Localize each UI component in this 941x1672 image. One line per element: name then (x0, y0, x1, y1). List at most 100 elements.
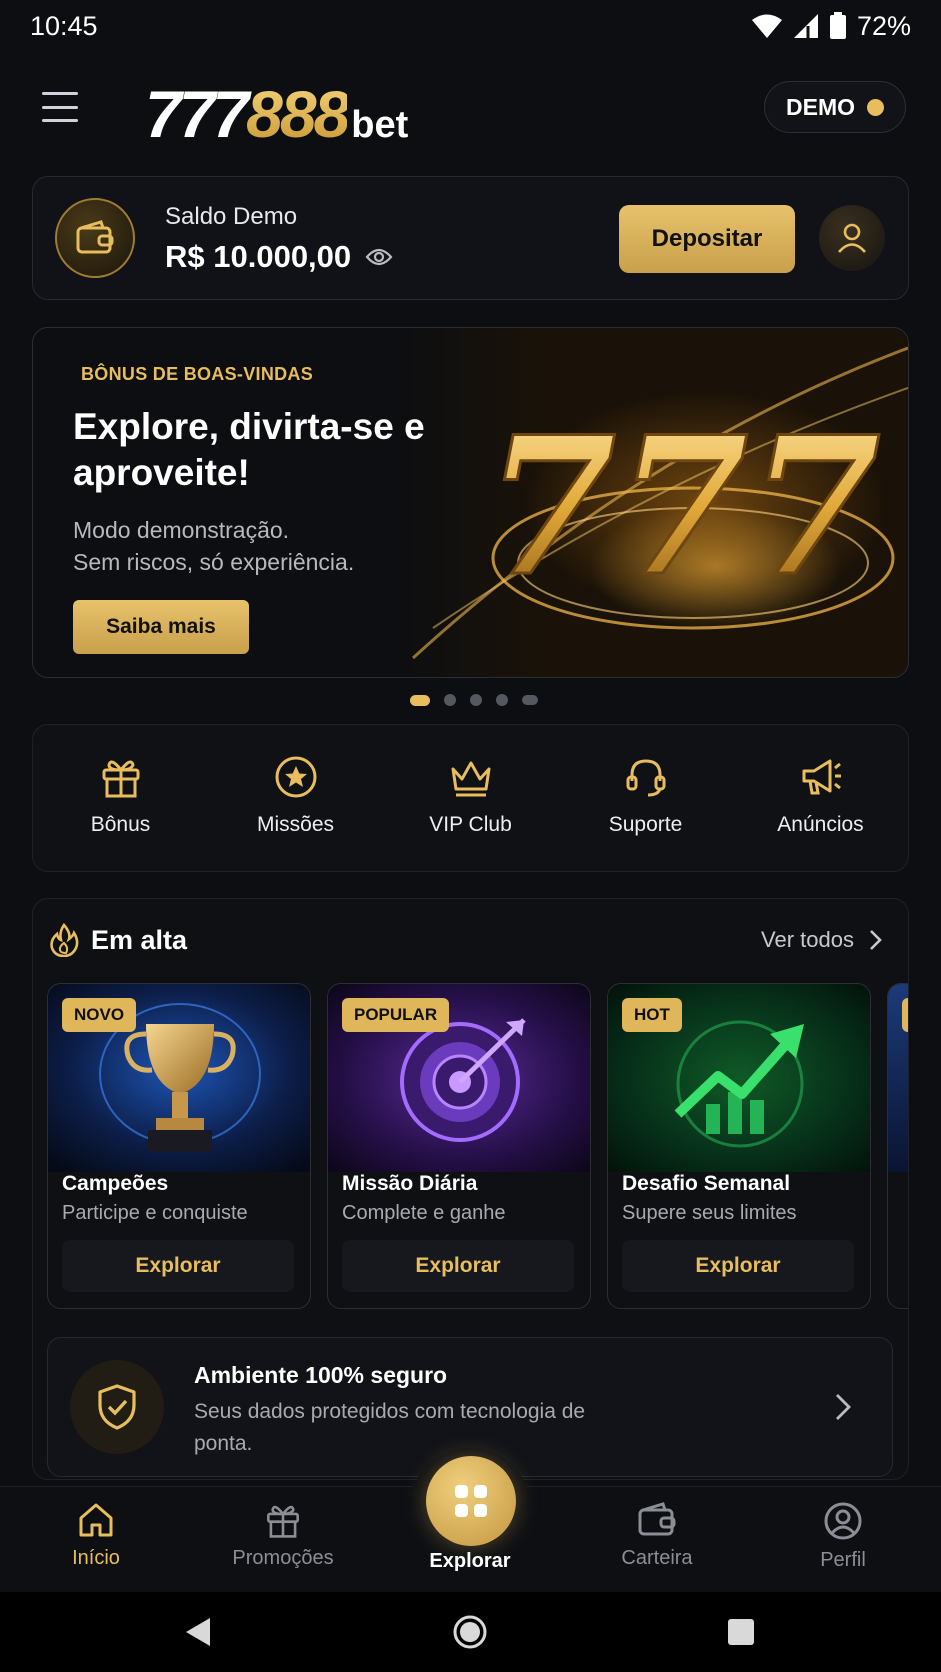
quick-action-label: Anúncios (777, 813, 864, 836)
explore-button[interactable]: Explorar (62, 1240, 294, 1292)
status-time: 10:45 (30, 10, 98, 41)
banner-title: Explore, divirta-se e aproveite! (73, 406, 425, 493)
brand-logo[interactable]: 777 888 bet (145, 76, 408, 152)
banner-777-art: 777 (393, 328, 908, 677)
home-icon (79, 1503, 113, 1537)
banner-kicker: BÔNUS DE BOAS-VINDAS (81, 364, 314, 384)
demo-mode-pill[interactable]: DEMO (764, 81, 906, 133)
battery-percent: 72% (856, 10, 911, 41)
quick-actions: Bônus Missões VIP Club Suporte Anúncios (32, 724, 909, 872)
quick-action-label: Missões (256, 813, 335, 836)
eye-icon[interactable] (365, 247, 393, 267)
security-subtitle: Seus dados protegidos com tecnologia de … (194, 1400, 586, 1455)
recents-icon[interactable] (727, 1618, 755, 1646)
quick-action-bonus[interactable]: Bônus (33, 725, 208, 871)
logo-part-2: 888 (246, 77, 350, 151)
balance-card: Saldo Demo R$ 10.000,00 Depositar (32, 176, 909, 300)
battery-icon (829, 12, 846, 39)
menu-icon[interactable] (42, 92, 78, 122)
carousel-dot-2[interactable] (443, 694, 456, 706)
banner-subtitle-line-1: Modo demonstração. (73, 517, 290, 543)
card-title: Missão Diária (342, 1172, 478, 1195)
card-subtitle: Supere seus limites (622, 1202, 797, 1224)
shield-check-icon (70, 1360, 164, 1454)
card-title: Desafio Semanal (622, 1172, 791, 1195)
carousel-dot-3[interactable] (469, 694, 482, 706)
status-icons: 72% (751, 11, 911, 42)
logo-part-3: bet (351, 104, 409, 146)
grid-icon (455, 1485, 487, 1517)
balance-label: Saldo Demo (165, 203, 298, 230)
trending-cards: NOVO Campeões Participe e conquiste Expl… (47, 983, 908, 1309)
quick-action-vip[interactable]: VIP Club (383, 725, 558, 871)
balance-amount-row: R$ 10.000,00 (165, 239, 393, 275)
quick-action-missions[interactable]: Missões (208, 725, 383, 871)
profile-icon (824, 1502, 862, 1540)
banner-777-text: 777 (485, 395, 882, 618)
trending-card-daily-mission[interactable]: POPULAR Missão Diária Complete e ganhe E… (327, 983, 591, 1309)
wifi-icon (751, 14, 782, 38)
logo-part-1: 777 (145, 77, 249, 151)
banner-subtitle-line-2: Sem riscos, só experiência. (73, 549, 355, 575)
quick-action-label: Suporte (608, 813, 683, 836)
nav-promotions-label: Promoções (232, 1547, 334, 1569)
status-bar: 10:45 72% (0, 0, 941, 52)
card-badge: POPULAR (342, 998, 450, 1032)
nav-home[interactable]: Início (16, 1501, 176, 1570)
wallet-icon (638, 1502, 676, 1536)
security-title: Ambiente 100% seguro (194, 1362, 448, 1388)
card-title: Campeões (62, 1172, 169, 1195)
demo-status-dot (867, 98, 884, 116)
headset-icon (626, 759, 665, 797)
nav-profile-label: Perfil (820, 1549, 866, 1571)
trending-card-champions[interactable]: NOVO Campeões Participe e conquiste Expl… (47, 983, 311, 1309)
deposit-button[interactable]: Depositar (619, 205, 795, 273)
nav-wallet[interactable]: Carteira (577, 1501, 737, 1570)
quick-action-label: Bônus (90, 813, 151, 836)
card-subtitle: Participe e conquiste (62, 1202, 248, 1224)
chevron-right-icon (836, 1394, 851, 1420)
gift-icon (102, 760, 139, 798)
signal-icon (793, 14, 818, 38)
trending-card-next-peek[interactable] (887, 983, 908, 1309)
explore-button[interactable]: Explorar (342, 1240, 574, 1292)
carousel-dot-1[interactable] (409, 694, 430, 706)
gift-icon (267, 1505, 299, 1538)
trending-header: Em alta (49, 923, 187, 957)
learn-more-button[interactable]: Saiba mais (73, 600, 249, 654)
system-navigation-bar (0, 1592, 941, 1672)
see-all-link[interactable]: Ver todos (761, 927, 882, 953)
see-all-label: Ver todos (761, 927, 854, 952)
nav-profile[interactable]: Perfil (763, 1501, 923, 1572)
balance-amount: R$ 10.000,00 (165, 239, 352, 274)
carousel-dot-4[interactable] (495, 694, 508, 706)
explore-fab-button[interactable] (426, 1456, 516, 1546)
user-icon (838, 223, 866, 253)
flame-icon (50, 923, 79, 957)
carousel-dots (0, 694, 941, 706)
nav-home-label: Início (72, 1547, 120, 1569)
app-header: 777 888 bet DEMO (0, 72, 941, 151)
nav-promotions[interactable]: Promoções (203, 1501, 363, 1570)
home-circle-icon[interactable] (452, 1614, 488, 1650)
trending-title: Em alta (91, 924, 188, 955)
nav-wallet-label: Carteira (621, 1547, 693, 1569)
carousel-dot-5[interactable] (521, 695, 538, 705)
quick-action-support[interactable]: Suporte (558, 725, 733, 871)
wallet-icon (55, 198, 135, 278)
star-circle-icon (275, 756, 316, 798)
chevron-right-icon (870, 930, 882, 950)
card-badge: HOT (622, 998, 682, 1032)
explore-button[interactable]: Explorar (622, 1240, 854, 1292)
banner-subtitle: Modo demonstração. Sem riscos, só experi… (73, 514, 413, 578)
user-avatar-button[interactable] (819, 205, 885, 271)
quick-action-announcements[interactable]: Anúncios (733, 725, 908, 871)
demo-label: DEMO (786, 93, 855, 120)
card-subtitle: Complete e ganhe (342, 1202, 506, 1224)
megaphone-icon (802, 759, 841, 795)
trending-card-weekly-challenge[interactable]: HOT Desafio Semanal Supere seus limites … (607, 983, 871, 1309)
crown-icon (451, 761, 490, 797)
back-icon[interactable] (184, 1616, 212, 1648)
promo-banner[interactable]: 777 BÔNUS DE BOAS-VINDAS Explore, divirt… (32, 327, 909, 678)
nav-explore-label[interactable]: Explorar (380, 1550, 560, 1573)
